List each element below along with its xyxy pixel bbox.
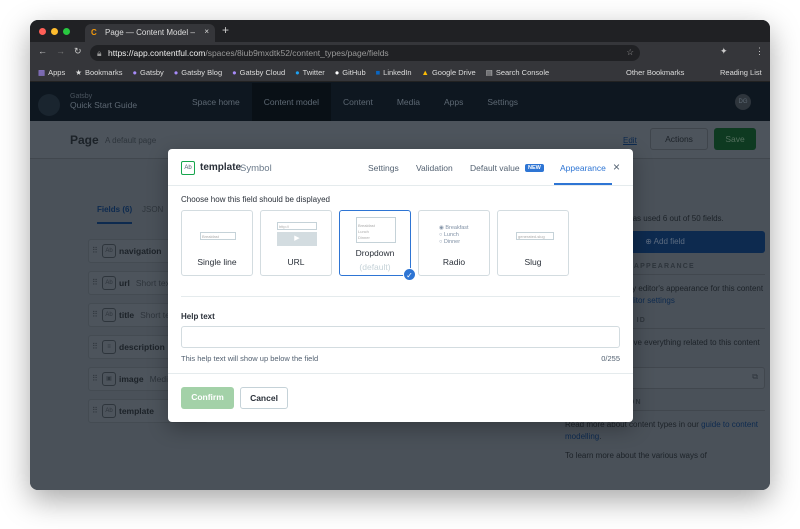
cancel-button[interactable]: Cancel <box>240 387 288 409</box>
close-tab-icon[interactable]: × <box>204 27 209 36</box>
tab-validation[interactable]: Validation <box>416 163 453 173</box>
appearance-prompt: Choose how this field should be displaye… <box>181 195 330 204</box>
menu-icon[interactable]: ⋮ <box>755 46 764 57</box>
tab-fields[interactable]: Fields (6) <box>97 205 133 224</box>
bookmark[interactable]: ▦ Apps <box>38 68 65 77</box>
tab-bar: CPage — Content Model — Quick Start Guid… <box>30 20 770 42</box>
bookmark[interactable]: ● Gatsby Blog <box>174 68 222 77</box>
forward-icon[interactable]: → <box>56 46 65 56</box>
bookmark[interactable]: ● GitHub <box>335 68 366 77</box>
text-field-icon: Ab <box>181 161 195 175</box>
divider <box>181 296 620 297</box>
new-badge: NEW <box>525 164 544 172</box>
actions-button[interactable]: Actions <box>650 128 708 150</box>
browser-tab[interactable]: CPage — Content Model — Quick Start Guid… <box>85 24 215 42</box>
close-icon[interactable]: × <box>613 160 620 174</box>
extensions-icon[interactable]: ✦ <box>720 46 728 57</box>
bookmark[interactable]: ● Twitter <box>295 68 325 77</box>
close-window-button[interactable] <box>39 28 46 35</box>
tab-default-value[interactable]: Default value <box>470 163 520 173</box>
bookmark[interactable]: ★ Bookmarks <box>75 68 122 77</box>
bookmark[interactable]: ● Gatsby Cloud <box>232 68 285 77</box>
bookmark[interactable]: ● Gatsby <box>132 68 163 77</box>
url-input[interactable]: 🔒︎ https://app.contentful.com/spaces/8iub… <box>90 45 640 61</box>
selected-check-icon: ✓ <box>403 268 416 281</box>
widget-slug[interactable]: generated-slug Slug <box>497 210 569 276</box>
page-title: Page <box>70 133 99 147</box>
new-tab-button[interactable]: + <box>222 23 229 37</box>
avatar[interactable]: DG <box>735 93 751 110</box>
field-name: template <box>200 162 242 173</box>
help-text-hint: This help text will show up below the fi… <box>181 354 319 363</box>
widget-dropdown[interactable]: Breakfast Lunch Dinner Dropdown (default) ✓ <box>339 210 416 281</box>
field-settings-modal: Ab template Symbol Settings Validation D… <box>168 149 633 422</box>
reload-icon[interactable]: ↻ <box>74 46 82 57</box>
edit-link[interactable]: Edit <box>623 136 637 145</box>
widget-radio[interactable]: ◉ Breakfast ○ Lunch ○ Dinner Radio <box>418 210 490 276</box>
nav-space-home[interactable]: Space home <box>180 97 252 107</box>
field-type: Symbol <box>240 163 272 174</box>
contentful-icon: C <box>91 28 97 37</box>
divider <box>168 373 633 374</box>
tab-appearance[interactable]: Appearance <box>554 163 612 185</box>
nav-apps[interactable]: Apps <box>432 97 475 107</box>
bookmark[interactable]: ▤ Search Console <box>486 68 549 77</box>
help-text-label: Help text <box>181 312 215 321</box>
char-count: 0/255 <box>601 354 620 363</box>
widget-url[interactable]: http://▶ URL <box>260 210 332 276</box>
top-nav: Gatsby Quick Start Guide Space home Cont… <box>30 82 770 121</box>
page-description: A default page <box>105 136 157 145</box>
space-switcher[interactable]: Gatsby Quick Start Guide <box>30 93 160 116</box>
widget-single-line[interactable]: Breakfast Single line <box>181 210 253 276</box>
nav-settings[interactable]: Settings <box>475 97 530 107</box>
modal-header: Ab template Symbol Settings Validation D… <box>168 149 633 186</box>
help-text-input[interactable] <box>181 326 620 348</box>
nav-content[interactable]: Content <box>331 97 385 107</box>
bookmarks-bar: ▦ Apps ★ Bookmarks ● Gatsby ● Gatsby Blog ● G… <box>30 64 770 82</box>
grid-icon <box>38 94 60 116</box>
bookmark[interactable]: ■ LinkedIn <box>376 68 412 77</box>
reading-list[interactable]: Reading List <box>720 68 762 77</box>
bookmark[interactable]: ▲ Google Drive <box>422 68 476 77</box>
minimize-window-button[interactable] <box>51 28 58 35</box>
tab-settings[interactable]: Settings <box>368 163 399 173</box>
star-icon[interactable]: ☆ <box>626 47 634 58</box>
play-icon: ▶ <box>277 232 317 246</box>
address-bar-row: ← → ↻ 🔒︎ https://app.contentful.com/space… <box>30 42 770 64</box>
maximize-window-button[interactable] <box>63 28 70 35</box>
nav-media[interactable]: Media <box>385 97 432 107</box>
lock-icon: 🔒︎ <box>97 48 102 58</box>
nav-content-model[interactable]: Content model <box>251 82 332 121</box>
tab-json[interactable]: JSON <box>142 205 163 214</box>
save-button[interactable]: Save <box>714 128 756 150</box>
confirm-button[interactable]: Confirm <box>181 387 234 409</box>
back-icon[interactable]: ← <box>38 46 47 56</box>
other-bookmarks[interactable]: Other Bookmarks <box>626 68 684 77</box>
